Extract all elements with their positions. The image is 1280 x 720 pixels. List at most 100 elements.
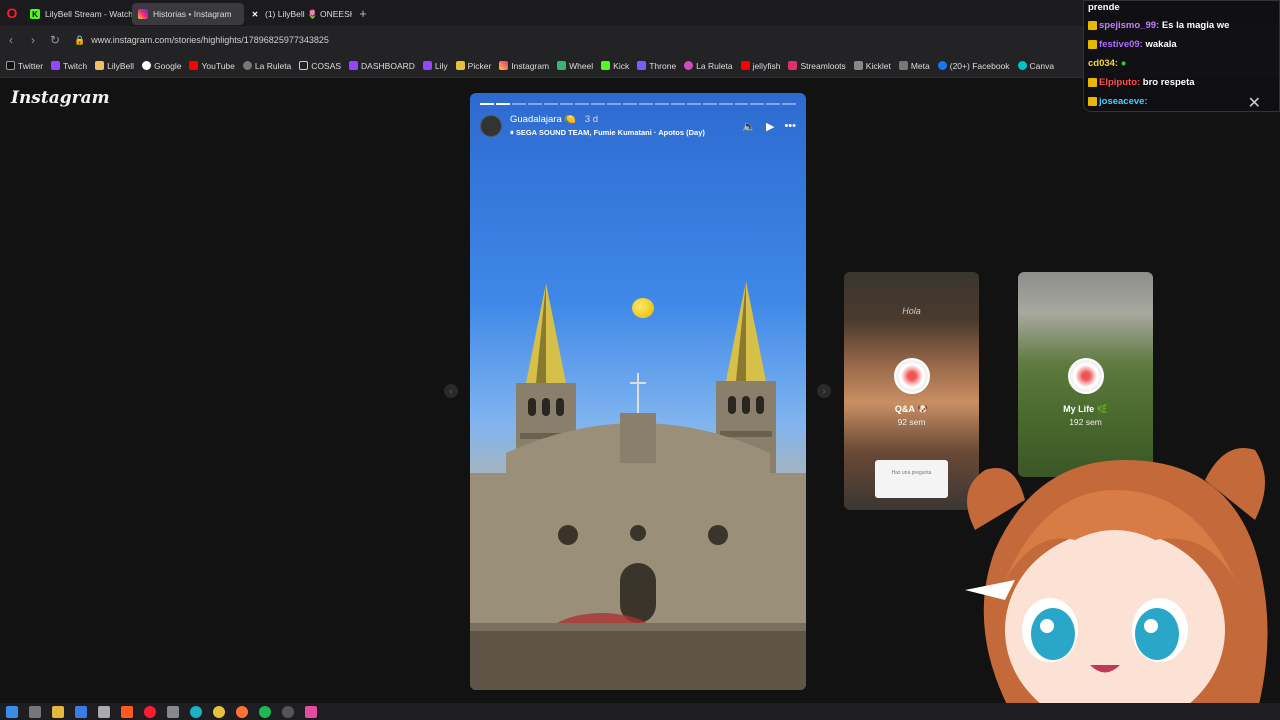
back-icon[interactable]: ‹ bbox=[0, 33, 22, 47]
vtuber-avatar bbox=[965, 448, 1268, 720]
kick-icon bbox=[601, 61, 611, 70]
app-icon[interactable] bbox=[167, 705, 179, 718]
bookmark-dashboard[interactable]: DASHBOARD bbox=[349, 61, 415, 71]
app-icon[interactable] bbox=[29, 705, 41, 718]
bookmark-label: Canva bbox=[1029, 60, 1055, 71]
highlight-title: My Life 🌿 bbox=[1063, 404, 1108, 414]
picker-icon bbox=[455, 61, 465, 70]
more-options-icon[interactable]: ••• bbox=[784, 120, 796, 132]
progress-segment bbox=[575, 103, 590, 105]
app-icon[interactable] bbox=[75, 705, 87, 718]
progress-segment bbox=[782, 103, 797, 105]
firefox-icon[interactable] bbox=[236, 705, 248, 718]
bookmark-label: Meta bbox=[910, 60, 930, 71]
chat-message: festive09: wakala bbox=[1088, 39, 1177, 50]
instagram-icon bbox=[138, 9, 148, 19]
bookmark-google[interactable]: Google bbox=[142, 61, 181, 71]
play-icon[interactable]: ▶ bbox=[766, 120, 774, 133]
obs-icon[interactable] bbox=[282, 705, 294, 718]
progress-segment bbox=[591, 103, 606, 105]
reload-icon[interactable]: ↻ bbox=[44, 33, 66, 47]
chrome-icon[interactable] bbox=[213, 705, 225, 718]
chat-text: bro respeta bbox=[1142, 77, 1195, 88]
tab-label: (1) LilyBell 🌷 ONEESHI bbox=[265, 8, 352, 19]
tab-instagram-stories[interactable]: Historias • Instagram bbox=[132, 3, 244, 25]
emote-icon: ● bbox=[1120, 58, 1127, 69]
highlight-age: 92 sem bbox=[897, 417, 926, 427]
windows-start-icon[interactable] bbox=[6, 705, 18, 718]
progress-segment bbox=[750, 103, 765, 105]
story-header: Guadalajara 🍋 3 d ⏸ SEGA SOUND TEAM, Fum… bbox=[480, 113, 796, 139]
twitch-icon bbox=[51, 61, 61, 70]
instagram-logo[interactable]: Instagram bbox=[11, 88, 110, 108]
previous-story-icon[interactable]: ‹ bbox=[444, 384, 458, 398]
bookmark-picker[interactable]: Picker bbox=[455, 60, 492, 71]
bookmark-kick[interactable]: Kick bbox=[601, 61, 629, 71]
progress-segment bbox=[702, 103, 717, 105]
opera-icon[interactable] bbox=[144, 705, 156, 718]
bookmark-streamloots[interactable]: Streamloots bbox=[788, 60, 846, 71]
stream-chat-overlay: prende spejismo_99: Es la magia we festi… bbox=[1083, 0, 1280, 112]
bookmark-canva[interactable]: Canva bbox=[1017, 60, 1055, 71]
bookmark-label: YouTube bbox=[201, 60, 235, 71]
chat-user: cd034: bbox=[1088, 58, 1119, 69]
bookmark-la-ruleta[interactable]: La Ruleta bbox=[242, 60, 292, 71]
bookmark-label: Wheel bbox=[569, 60, 594, 71]
highlight-age: 192 sem bbox=[1069, 417, 1102, 427]
forward-icon[interactable]: › bbox=[22, 33, 44, 47]
tab-lilybell-stream[interactable]: K LilyBell Stream - Watch Li bbox=[24, 3, 132, 25]
story-username[interactable]: Guadalajara 🍋 bbox=[510, 114, 576, 125]
bookmark-label: Streamloots bbox=[800, 60, 846, 71]
app-icon[interactable] bbox=[305, 705, 317, 718]
volume-icon[interactable]: 🔈 bbox=[742, 120, 756, 133]
new-tab-button[interactable]: + bbox=[352, 6, 374, 21]
bookmark-jellyfish[interactable]: jellyfish bbox=[740, 61, 780, 71]
bookmark-throne[interactable]: Throne bbox=[637, 61, 676, 71]
bookmark-label: Picker bbox=[467, 60, 492, 71]
story-viewer[interactable]: Guadalajara 🍋 3 d ⏸ SEGA SOUND TEAM, Fum… bbox=[470, 93, 806, 690]
bookmark-cosas[interactable]: COSAS bbox=[299, 61, 341, 71]
music-icon: ⏸ bbox=[510, 128, 514, 137]
brave-icon[interactable] bbox=[121, 705, 133, 718]
bookmark-twitch[interactable]: Twitch bbox=[51, 61, 87, 71]
lock-icon: 🔒 bbox=[74, 34, 86, 45]
twitch-icon bbox=[349, 61, 359, 70]
url-field[interactable]: 🔒 www.instagram.com/stories/highlights/1… bbox=[74, 35, 329, 46]
avatar[interactable] bbox=[480, 115, 502, 137]
story-music[interactable]: SEGA SOUND TEAM, Fumie Kumatani · Apotos… bbox=[516, 128, 705, 137]
bookmark-lilybell[interactable]: LilyBell bbox=[95, 61, 134, 71]
bookmark-label: La Ruleta bbox=[254, 60, 292, 71]
chat-message: prende bbox=[1088, 2, 1120, 13]
progress-segment bbox=[718, 103, 733, 105]
highlight-avatar bbox=[894, 358, 930, 394]
next-story-icon[interactable]: › bbox=[817, 384, 831, 398]
bookmark-wheel[interactable]: Wheel bbox=[557, 61, 593, 71]
bookmark-facebook[interactable]: (20+) Facebook bbox=[937, 61, 1010, 71]
bookmark-lily[interactable]: Lily bbox=[422, 61, 448, 71]
bookmark-youtube[interactable]: YouTube bbox=[189, 60, 235, 71]
app-icon[interactable] bbox=[98, 705, 110, 718]
chat-user: prende bbox=[1088, 2, 1120, 13]
bookmark-label: Throne bbox=[649, 60, 677, 71]
bookmark-meta[interactable]: Meta bbox=[898, 60, 930, 71]
question-box-text: Haz una pregunta bbox=[891, 470, 932, 476]
youtube-icon bbox=[740, 61, 750, 70]
edge-icon[interactable] bbox=[190, 705, 202, 718]
bookmark-instagram[interactable]: Instagram bbox=[499, 61, 549, 71]
bookmark-la-ruleta-2[interactable]: La Ruleta bbox=[684, 61, 733, 71]
progress-segment bbox=[654, 103, 669, 105]
bookmark-twitter[interactable]: Twitter bbox=[6, 61, 43, 71]
progress-segment bbox=[623, 103, 638, 105]
bookmark-kicklet[interactable]: Kicklet bbox=[853, 61, 891, 71]
spotify-icon[interactable] bbox=[259, 705, 271, 718]
opera-logo-icon[interactable]: O bbox=[0, 0, 24, 26]
meta-icon bbox=[898, 61, 908, 70]
close-icon[interactable]: ✕ bbox=[1248, 93, 1261, 113]
progress-segment bbox=[734, 103, 749, 105]
facebook-icon bbox=[937, 61, 947, 70]
folder-icon[interactable] bbox=[52, 705, 64, 718]
chat-user: spejismo_99: bbox=[1099, 20, 1160, 31]
tab-x-lilybell[interactable]: ✕ (1) LilyBell 🌷 ONEESHI bbox=[244, 3, 352, 25]
chat-user: Elpiputo: bbox=[1099, 77, 1141, 88]
url-text: www.instagram.com/stories/highlights/178… bbox=[91, 35, 329, 45]
